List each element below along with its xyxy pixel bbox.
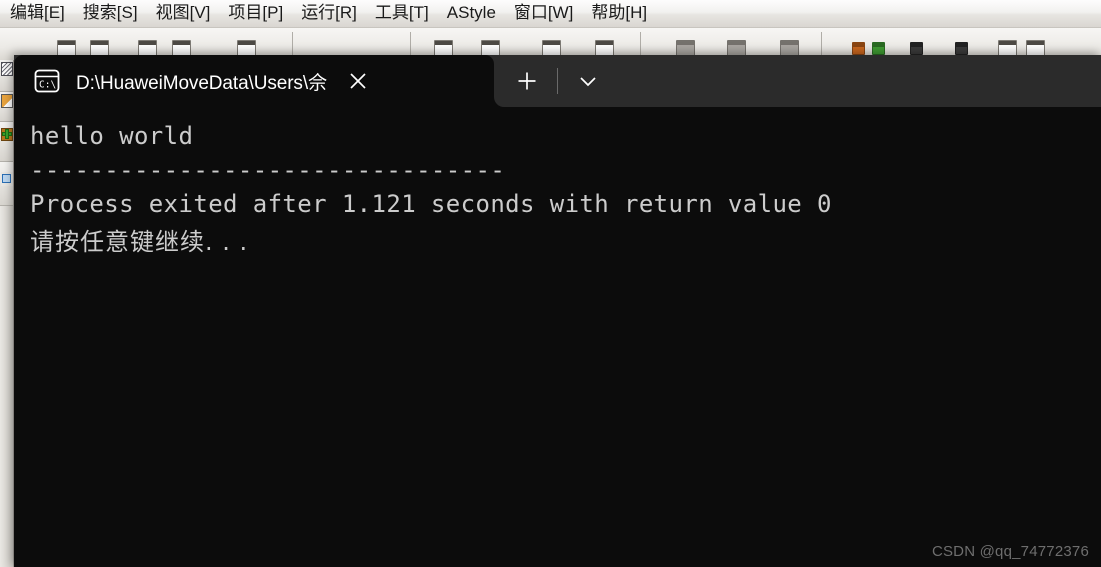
toolbar-button-compile[interactable] bbox=[676, 40, 695, 56]
toolbar-button-help[interactable] bbox=[998, 40, 1017, 56]
toolbar-button-copy[interactable] bbox=[595, 40, 614, 56]
menu-item-search[interactable]: 搜索[S] bbox=[74, 1, 147, 26]
left-panel-cell-4[interactable] bbox=[0, 162, 13, 206]
toolbar-button-close[interactable] bbox=[237, 40, 256, 56]
close-icon[interactable] bbox=[335, 55, 381, 107]
menu-item-project[interactable]: 项目[P] bbox=[219, 1, 292, 26]
left-panel-filler bbox=[0, 206, 13, 567]
ide-left-panel bbox=[0, 60, 14, 567]
menu-item-astyle[interactable]: AStyle bbox=[438, 1, 505, 26]
terminal-line-status: Process exited after 1.121 seconds with … bbox=[30, 190, 832, 218]
terminal-title-bar[interactable]: C:\ D:\HuaweiMoveData\Users\佘 bbox=[14, 55, 1101, 107]
left-panel-cell-2[interactable] bbox=[0, 92, 13, 122]
terminal-window: C:\ D:\HuaweiMoveData\Users\佘 hello worl… bbox=[14, 55, 1101, 567]
menu-item-edit[interactable]: 编辑[E] bbox=[1, 1, 74, 26]
toolbar-button-new[interactable] bbox=[57, 40, 76, 56]
command-prompt-icon: C:\ bbox=[32, 66, 62, 96]
terminal-line-output: hello world bbox=[30, 122, 194, 150]
toolbar-button-saveall[interactable] bbox=[172, 40, 191, 56]
toolbar-button-open[interactable] bbox=[90, 40, 109, 56]
toolbar-button-undo[interactable] bbox=[434, 40, 453, 56]
toolbar-button-options[interactable] bbox=[955, 42, 968, 55]
menu-item-run[interactable]: 运行[R] bbox=[292, 1, 366, 26]
menu-bar: 件[F] 编辑[E] 搜索[S] 视图[V] 项目[P] 运行[R] 工具[T]… bbox=[0, 0, 1101, 28]
terminal-line-divider: -------------------------------- bbox=[30, 156, 506, 184]
left-panel-cell-3[interactable] bbox=[0, 122, 13, 162]
toolbar-button-save[interactable] bbox=[138, 40, 157, 56]
menu-item-view[interactable]: 视图[V] bbox=[147, 1, 220, 26]
toolbar-button-profile[interactable] bbox=[852, 42, 865, 55]
toolbar-separator-3 bbox=[640, 32, 641, 56]
chevron-down-icon[interactable] bbox=[565, 61, 611, 101]
terminal-line-prompt: 请按任意键继续. . . bbox=[30, 228, 249, 256]
toolbar-separator-2 bbox=[410, 32, 411, 56]
terminal-tab[interactable]: C:\ D:\HuaweiMoveData\Users\佘 bbox=[14, 55, 504, 107]
toolbar-button-stop[interactable] bbox=[910, 42, 923, 55]
menu-item-help[interactable]: 帮助[H] bbox=[582, 1, 656, 26]
add-green-plus-icon bbox=[1, 128, 13, 141]
toolbar-button-build[interactable] bbox=[872, 42, 885, 55]
toolbar-divider bbox=[557, 68, 558, 94]
wedge-icon bbox=[1, 94, 13, 108]
toolbar-button-run[interactable] bbox=[727, 40, 746, 56]
menu-item-window[interactable]: 窗口[W] bbox=[505, 1, 583, 26]
toolbar-button-redo[interactable] bbox=[481, 40, 500, 56]
toolbar-separator-4 bbox=[821, 32, 822, 56]
toolbar-button-cut[interactable] bbox=[542, 40, 561, 56]
left-panel-cell-1[interactable] bbox=[0, 60, 13, 92]
svg-text:C:\: C:\ bbox=[39, 80, 56, 91]
terminal-tab-controls bbox=[494, 55, 1101, 107]
terminal-output-area[interactable]: hello world ----------------------------… bbox=[14, 107, 1101, 567]
toolbar-button-debug[interactable] bbox=[780, 40, 799, 56]
hatch-pattern-icon bbox=[1, 62, 13, 76]
watermark: CSDN @qq_74772376 bbox=[931, 543, 1089, 560]
menu-item-tools[interactable]: 工具[T] bbox=[366, 1, 438, 26]
terminal-tab-title: D:\HuaweiMoveData\Users\佘 bbox=[76, 72, 327, 94]
new-tab-icon[interactable] bbox=[504, 61, 550, 101]
code-snippet-icon bbox=[1, 172, 13, 186]
toolbar-button-about[interactable] bbox=[1026, 40, 1045, 56]
toolbar-separator-1 bbox=[292, 32, 293, 56]
